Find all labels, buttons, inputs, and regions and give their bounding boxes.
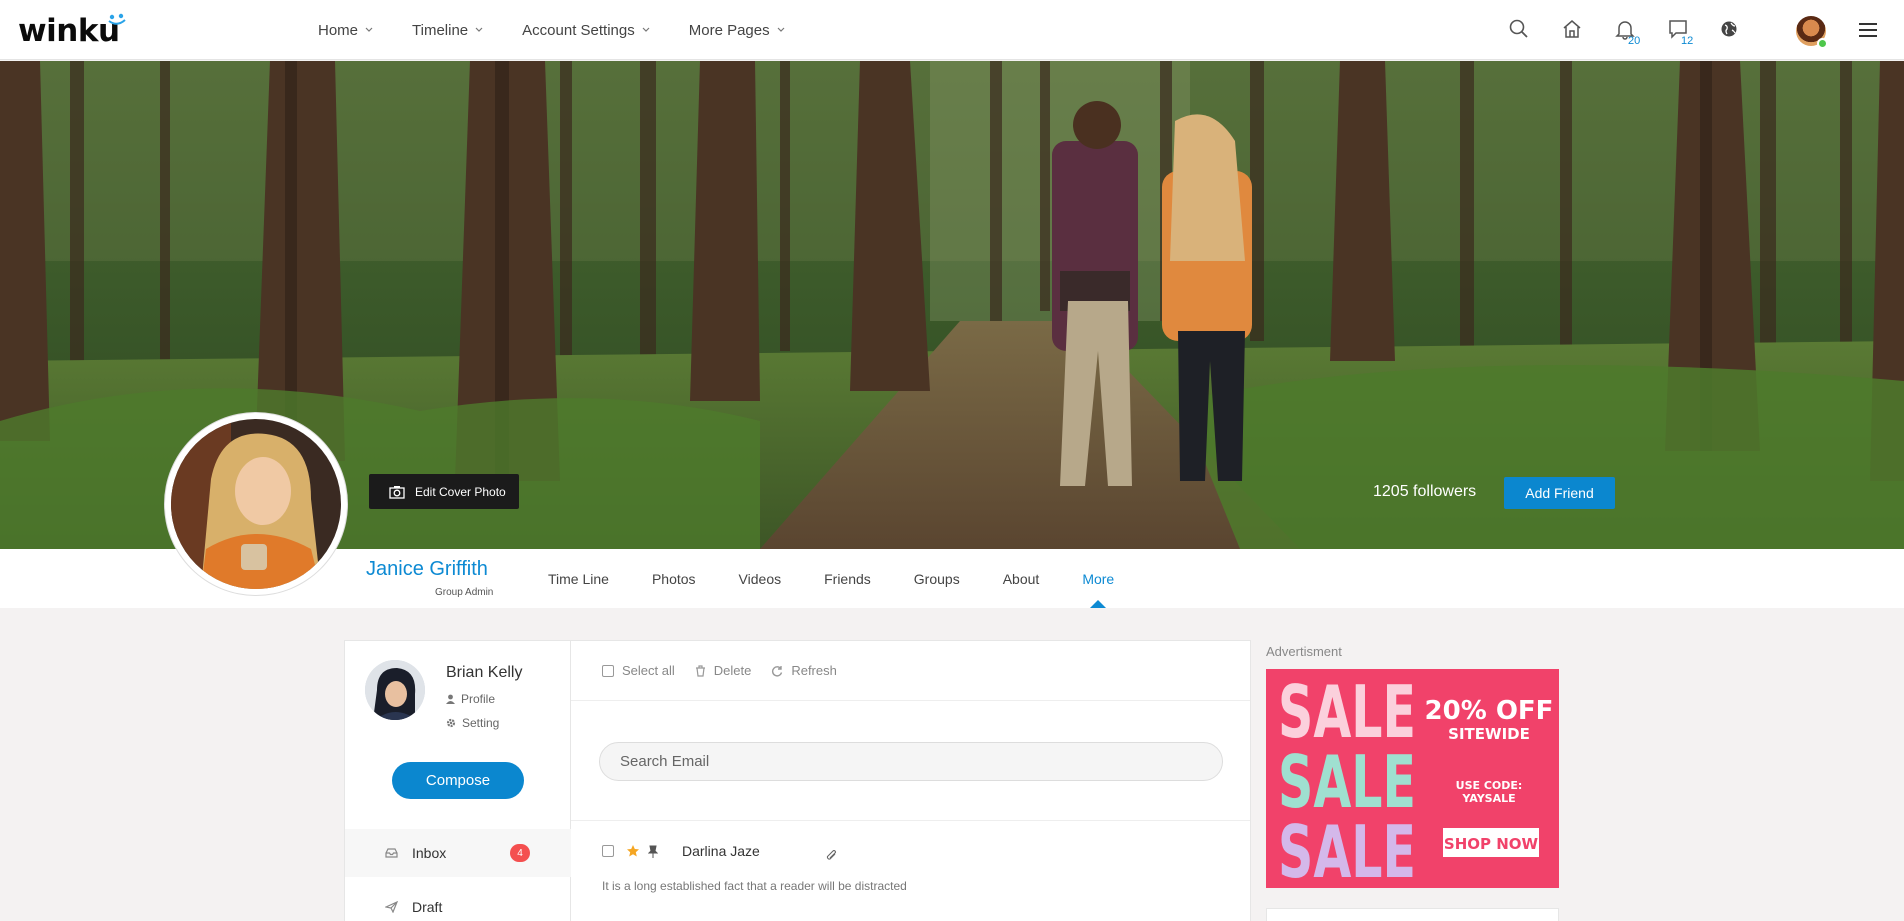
tab-groups[interactable]: Groups <box>914 549 960 608</box>
nav-account-settings-label: Account Settings <box>522 21 635 39</box>
tab-timeline[interactable]: Time Line <box>548 549 609 608</box>
mail-profile-label: Profile <box>461 692 496 706</box>
search-section <box>571 701 1250 821</box>
tab-videos[interactable]: Videos <box>739 549 782 608</box>
nav-more-pages[interactable]: More Pages <box>689 22 785 39</box>
mail-sidebar: Brian Kelly Profile Setting Compose Inbo… <box>345 641 571 921</box>
search-icon[interactable] <box>1508 18 1530 40</box>
folder-inbox-label: Inbox <box>412 845 447 861</box>
refresh-button[interactable]: Refresh <box>771 663 837 678</box>
nav-more-pages-label: More Pages <box>688 21 770 39</box>
camera-icon <box>389 485 405 499</box>
search-email-input[interactable] <box>599 742 1223 781</box>
chevron-down-icon <box>642 27 650 32</box>
tab-more[interactable]: More <box>1082 549 1114 608</box>
profile-name[interactable]: Janice Griffith <box>366 558 488 581</box>
mail-toolbar: Select all Delete Refresh <box>571 641 1250 701</box>
nav-home-label: Home <box>318 21 359 39</box>
gear-icon <box>446 718 456 728</box>
folder-draft-label: Draft <box>412 899 443 915</box>
add-friend-button[interactable]: Add Friend <box>1504 477 1615 509</box>
profile-photo-image <box>171 419 341 589</box>
globe-icon[interactable] <box>1718 18 1740 40</box>
mail-setting-label: Setting <box>462 716 500 730</box>
inbox-count-badge: 4 <box>510 844 530 862</box>
mail-panel: Brian Kelly Profile Setting Compose Inbo… <box>344 640 1251 921</box>
sidebar-widget <box>1266 908 1559 921</box>
send-icon <box>385 901 398 913</box>
advertisement-banner[interactable]: SALE SALE SALE 20% OFF SITEWIDE USE CODE… <box>1266 669 1559 888</box>
refresh-label: Refresh <box>791 663 837 678</box>
ad-cta: SHOP NOW <box>1444 835 1539 853</box>
nav-home[interactable]: Home <box>318 22 373 39</box>
chevron-down-icon <box>777 27 785 32</box>
user-icon <box>446 694 455 704</box>
delete-label: Delete <box>713 663 752 678</box>
folder-draft[interactable]: Draft <box>345 883 571 921</box>
chevron-down-icon <box>365 27 373 32</box>
chevron-down-icon <box>475 27 483 32</box>
top-navbar: winku Home Timeline Account Settings Mor… <box>0 0 1904 60</box>
refresh-icon <box>772 665 783 676</box>
sale-line-3: SALE <box>1278 810 1416 888</box>
message-sender: Darlina Jaze <box>682 843 760 859</box>
select-all-label: Select all <box>622 663 675 678</box>
menu-icon[interactable] <box>1858 21 1878 39</box>
ad-offer-sub: SITEWIDE <box>1448 725 1530 743</box>
inbox-icon <box>385 848 398 858</box>
main-nav: Home Timeline Account Settings More Page… <box>318 0 824 60</box>
edit-cover-photo-button[interactable]: Edit Cover Photo <box>369 474 519 509</box>
tab-about[interactable]: About <box>1003 549 1040 608</box>
online-status-dot <box>1817 38 1828 49</box>
mail-user-photo <box>365 660 425 720</box>
sale-banner-image: SALE SALE SALE 20% OFF SITEWIDE USE CODE… <box>1266 669 1559 888</box>
mail-setting-link[interactable]: Setting <box>446 716 499 730</box>
mail-content: Select all Delete Refresh Darlina Jaze I… <box>571 641 1250 921</box>
delete-button[interactable]: Delete <box>695 663 752 678</box>
profile-tabs: Time Line Photos Videos Friends Groups A… <box>548 549 1157 608</box>
nav-timeline-label: Timeline <box>412 21 469 39</box>
followers-count: 1205 followers <box>1373 483 1477 500</box>
nav-account-settings[interactable]: Account Settings <box>522 22 650 39</box>
tab-friends[interactable]: Friends <box>824 549 871 608</box>
folder-inbox[interactable]: Inbox 4 <box>345 829 571 877</box>
home-icon[interactable] <box>1561 18 1583 40</box>
edit-cover-label: Edit Cover Photo <box>415 484 506 499</box>
messages-count: 12 <box>1681 35 1694 47</box>
tab-photos[interactable]: Photos <box>652 549 696 608</box>
site-logo[interactable]: winku <box>18 13 126 49</box>
mail-user-avatar[interactable] <box>365 660 425 720</box>
nav-timeline[interactable]: Timeline <box>412 22 483 39</box>
profile-picture[interactable] <box>165 413 347 595</box>
mail-list-item[interactable]: Darlina Jaze It is a long established fa… <box>571 821 1250 921</box>
select-all-checkbox[interactable]: Select all <box>602 663 675 678</box>
pin-icon[interactable] <box>648 845 658 858</box>
checkbox-icon <box>602 664 614 677</box>
ad-offer: 20% OFF <box>1425 696 1554 726</box>
message-snippet: It is a long established fact that a rea… <box>602 879 907 893</box>
logo-text: winku <box>18 13 120 49</box>
attachment-icon <box>826 850 836 860</box>
trash-icon <box>695 664 705 677</box>
logo-smile-icon <box>108 13 126 25</box>
compose-button[interactable]: Compose <box>392 762 524 799</box>
star-icon[interactable] <box>626 844 640 858</box>
mail-profile-link[interactable]: Profile <box>446 692 495 706</box>
mail-user-name: Brian Kelly <box>446 664 523 681</box>
advertisement-title: Advertisment <box>1266 644 1342 659</box>
ad-code-label: USE CODE: <box>1456 779 1523 792</box>
message-checkbox[interactable] <box>602 845 614 857</box>
profile-role: Group Admin <box>435 587 494 598</box>
ad-code: YAYSALE <box>1461 792 1515 805</box>
notifications-count: 20 <box>1628 35 1641 47</box>
